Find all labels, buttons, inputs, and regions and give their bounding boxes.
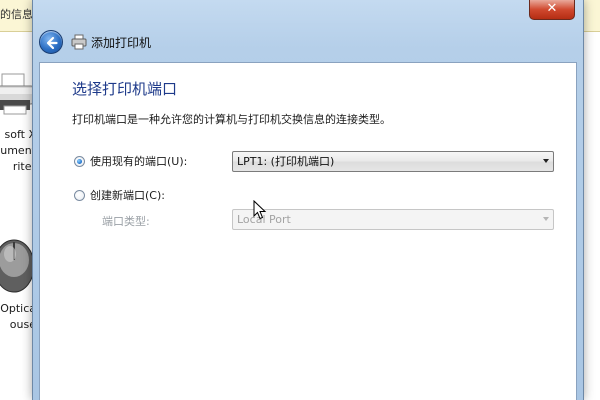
add-printer-dialog: ✕ 添加打印机 选择打印机端口 打印机端口是一种允许您的计算机与打印机交换信息的… xyxy=(32,0,584,400)
page-heading: 选择打印机端口 xyxy=(72,80,178,98)
wizard-title: 添加打印机 xyxy=(91,36,152,50)
chevron-down-icon xyxy=(543,159,549,163)
wizard-content: 选择打印机端口 打印机端口是一种允许您的计算机与打印机交换信息的连接类型。 使用… xyxy=(39,62,577,400)
use-existing-port-label[interactable]: 使用现有的端口(U): xyxy=(90,153,187,169)
dialog-title-bar xyxy=(53,4,173,16)
wizard-nav-bar: 添加打印机 xyxy=(33,24,583,60)
close-button[interactable]: ✕ xyxy=(529,0,575,20)
back-arrow-icon xyxy=(46,36,58,50)
page-description: 打印机端口是一种允许您的计算机与打印机交换信息的连接类型。 xyxy=(72,113,391,126)
create-new-port-option[interactable]: 创建新端口(C): xyxy=(74,187,165,203)
create-new-port-label[interactable]: 创建新端口(C): xyxy=(90,187,165,203)
chevron-down-icon xyxy=(543,217,549,221)
existing-port-value: LPT1: (打印机端口) xyxy=(237,155,335,168)
printer-icon xyxy=(71,34,87,50)
use-existing-port-option[interactable]: 使用现有的端口(U): xyxy=(74,153,187,169)
port-type-label: 端口类型: xyxy=(102,215,150,228)
use-existing-port-radio[interactable] xyxy=(74,155,85,167)
back-button[interactable] xyxy=(39,30,63,54)
port-type-dropdown: Local Port xyxy=(232,209,554,230)
mouse-cursor-icon xyxy=(253,200,267,220)
existing-port-dropdown[interactable]: LPT1: (打印机端口) xyxy=(232,151,554,172)
create-new-port-radio[interactable] xyxy=(74,189,85,201)
